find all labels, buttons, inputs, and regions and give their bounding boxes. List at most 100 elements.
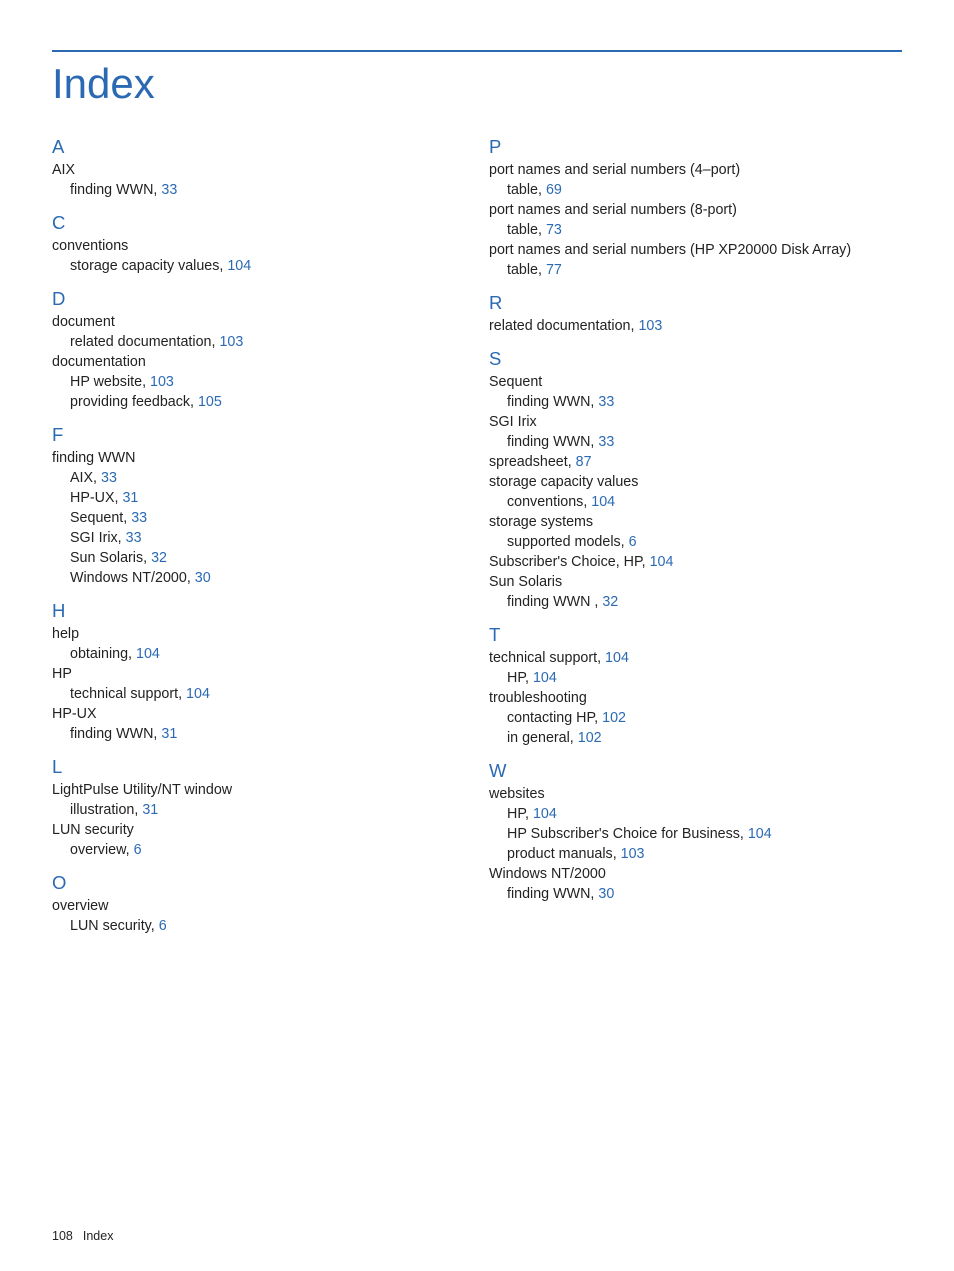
footer-section-name: Index [83,1229,114,1243]
page-link[interactable]: 31 [142,802,158,818]
entry-separator: , [126,842,134,858]
entry-separator: , [538,222,546,238]
page-link[interactable]: 69 [546,182,562,198]
index-entry: conventions, 104 [489,492,902,512]
index-entry: storage systems [489,512,902,532]
page-link[interactable]: 73 [546,222,562,238]
index-entry: finding WWN, 33 [489,432,902,452]
index-entry: port names and serial numbers (4–port) [489,160,902,180]
page-link[interactable]: 103 [638,318,662,334]
entry-separator: , [613,846,621,862]
entry-separator: , [538,262,546,278]
entry-text: HP website [70,374,142,390]
page-link[interactable]: 104 [591,494,615,510]
page-footer: 108Index [52,1229,113,1243]
entry-separator: , [142,374,150,390]
entry-separator: , [570,730,578,746]
page-link[interactable]: 103 [150,374,174,390]
page-link[interactable]: 33 [126,530,142,546]
entry-separator: , [118,530,126,546]
section-letter: F [52,424,465,446]
index-entry: LightPulse Utility/NT window [52,780,465,800]
index-entry: finding WWN, 30 [489,884,902,904]
entry-separator: , [597,650,605,666]
index-entry: document [52,312,465,332]
page-link[interactable]: 104 [650,554,674,570]
page-link[interactable]: 87 [576,454,592,470]
entry-text: AIX [52,162,75,178]
entry-text: HP-UX [52,706,96,722]
entry-text: websites [489,786,545,802]
entry-separator: , [525,806,533,822]
entry-text: overview [70,842,126,858]
page-link[interactable]: 104 [533,670,557,686]
page-link[interactable]: 103 [621,846,645,862]
index-entry: technical support, 104 [489,648,902,668]
index-entry: finding WWN , 32 [489,592,902,612]
section-letter: T [489,624,902,646]
entry-text: Sequent [489,374,542,390]
page-link[interactable]: 33 [598,434,614,450]
entry-text: related documentation [489,318,630,334]
entry-text: troubleshooting [489,690,587,706]
entry-text: finding WWN [52,450,135,466]
page-link[interactable]: 32 [602,594,618,610]
page-link[interactable]: 30 [598,886,614,902]
entry-text: HP [507,806,525,822]
page-link[interactable]: 103 [219,334,243,350]
section-letter: D [52,288,465,310]
entry-text: finding WWN [507,434,590,450]
index-entry: finding WWN [52,448,465,468]
entry-text: finding WWN [70,182,153,198]
index-entry: finding WWN, 33 [52,180,465,200]
index-section: OoverviewLUN security, 6 [52,872,465,936]
page-link[interactable]: 6 [159,918,167,934]
page-link[interactable]: 30 [195,570,211,586]
index-entry: table, 73 [489,220,902,240]
index-entry: Subscriber's Choice, HP, 104 [489,552,902,572]
section-letter: A [52,136,465,158]
page-link[interactable]: 33 [101,470,117,486]
page-link[interactable]: 104 [605,650,629,666]
entry-text: Sun Solaris [70,550,143,566]
entry-separator: , [594,710,602,726]
page-link[interactable]: 105 [198,394,222,410]
page-link[interactable]: 32 [151,550,167,566]
index-entry: overview [52,896,465,916]
index-entry: finding WWN, 31 [52,724,465,744]
entry-text: documentation [52,354,146,370]
page-link[interactable]: 102 [578,730,602,746]
page-link[interactable]: 33 [598,394,614,410]
page-title: Index [52,60,902,108]
entry-separator: , [93,470,101,486]
index-entry: related documentation, 103 [489,316,902,336]
page-link[interactable]: 33 [131,510,147,526]
entry-separator: , [538,182,546,198]
page-link[interactable]: 104 [748,826,772,842]
index-entry: AIX [52,160,465,180]
page-link[interactable]: 104 [533,806,557,822]
page-link[interactable]: 104 [227,258,251,274]
page-link[interactable]: 31 [122,490,138,506]
page-link[interactable]: 104 [136,646,160,662]
index-entry: HP-UX, 31 [52,488,465,508]
page-link[interactable]: 102 [602,710,626,726]
index-section: Rrelated documentation, 103 [489,292,902,336]
index-section: A AIX finding WWN, 33 [52,136,465,200]
page-link[interactable]: 77 [546,262,562,278]
page-link[interactable]: 104 [186,686,210,702]
index-entry: LUN security, 6 [52,916,465,936]
page-link[interactable]: 6 [134,842,142,858]
section-letter: L [52,756,465,778]
section-letter: W [489,760,902,782]
page-link[interactable]: 31 [161,726,177,742]
entry-text: obtaining [70,646,128,662]
section-letter: P [489,136,902,158]
entry-text: Subscriber's Choice, HP [489,554,642,570]
entry-text: HP Subscriber's Choice for Business [507,826,740,842]
index-entry: obtaining, 104 [52,644,465,664]
page-link[interactable]: 33 [161,182,177,198]
entry-text: port names and serial numbers (8-port) [489,202,737,218]
index-entry: Sequent, 33 [52,508,465,528]
page-link[interactable]: 6 [629,534,637,550]
